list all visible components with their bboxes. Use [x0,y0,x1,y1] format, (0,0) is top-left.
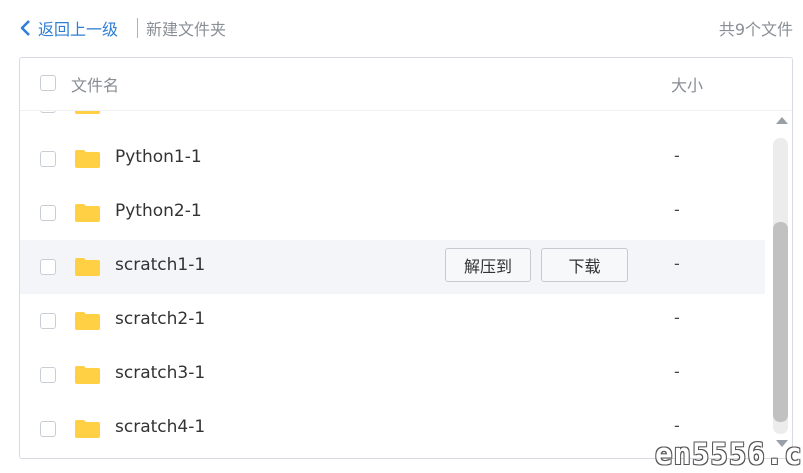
download-button[interactable]: 下载 [541,248,628,282]
folder-icon [75,365,100,384]
row-checkbox[interactable] [40,313,56,329]
select-all-checkbox[interactable] [40,75,56,91]
list-item[interactable]: scratch1-1 解压到 下载 - [20,240,765,294]
file-size: - [674,416,680,435]
file-size: - [674,362,680,381]
toolbar: 返回上一级 新建文件夹 共9个文件 [0,0,803,56]
divider [137,18,138,38]
file-name[interactable]: Python2-1 [115,201,202,221]
folder-icon [75,311,100,330]
file-name[interactable]: scratch1-1 [115,255,205,275]
file-name[interactable]: Python1-1 [115,147,202,167]
list-item[interactable]: Python2-1 - [20,186,765,240]
list-item[interactable]: scratch4-1 - [20,402,765,456]
file-size: - [674,200,680,219]
file-list[interactable]: Python1-1 - Python2-1 - scratch1-1 解压到 下… [20,58,772,458]
scroll-up-icon[interactable] [776,117,788,124]
file-name[interactable]: scratch3-1 [115,363,205,383]
list-item[interactable]: scratch3-1 - [20,348,765,402]
column-header-name[interactable]: 文件名 [71,72,119,96]
chevron-left-icon [18,18,34,38]
back-link[interactable]: 返回上一级 [18,15,118,41]
file-name[interactable]: scratch4-1 [115,417,205,437]
folder-icon [75,203,100,222]
table-header: 文件名 大小 [20,58,792,111]
folder-icon [75,419,100,438]
list-item[interactable]: scratch2-1 - [20,294,765,348]
row-checkbox[interactable] [40,259,56,275]
file-name[interactable]: scratch2-1 [115,309,205,329]
back-label: 返回上一级 [38,20,119,39]
row-checkbox[interactable] [40,421,56,437]
row-checkbox[interactable] [40,367,56,383]
column-header-size[interactable]: 大小 [671,72,703,96]
watermark: en5556.com [655,437,803,471]
folder-icon [75,257,100,276]
list-item[interactable]: Python1-1 - [20,132,765,186]
row-checkbox[interactable] [40,205,56,221]
scroll-thumb[interactable] [773,222,788,422]
new-folder-button[interactable]: 新建文件夹 [146,16,226,40]
file-size: - [674,254,680,273]
vertical-scrollbar[interactable] [772,112,792,458]
file-size: - [674,146,680,165]
file-count: 共9个文件 [718,20,793,39]
extract-to-button[interactable]: 解压到 [445,248,531,282]
row-checkbox[interactable] [40,151,56,167]
file-size: - [674,308,680,327]
folder-icon [75,149,100,168]
file-list-panel: Python1-1 - Python2-1 - scratch1-1 解压到 下… [19,57,793,459]
